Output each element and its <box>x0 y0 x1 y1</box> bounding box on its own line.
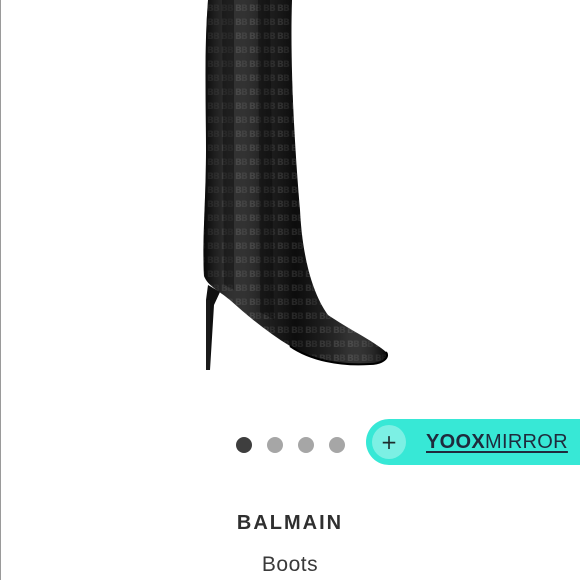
plus-icon-glyph: + <box>380 430 398 454</box>
image-carousel-dots <box>236 437 345 453</box>
plus-icon: + <box>372 425 406 459</box>
carousel-dot-1[interactable] <box>236 437 252 453</box>
left-border <box>0 0 1 580</box>
product-brand: BALMAIN <box>236 512 344 534</box>
mirror-label-rest: MIRROR <box>485 430 568 453</box>
carousel-dot-2[interactable] <box>267 437 283 453</box>
yoox-mirror-label: YOOXMIRROR <box>426 431 568 454</box>
carousel-dot-4[interactable] <box>329 437 345 453</box>
carousel-dot-3[interactable] <box>298 437 314 453</box>
product-page: B B + YOOXMI <box>0 0 580 580</box>
yoox-mirror-button[interactable]: + YOOXMIRROR <box>366 419 580 465</box>
product-image-boot: B B <box>203 0 388 370</box>
product-type: Boots <box>261 553 319 576</box>
yoox-label-bold: YOOX <box>426 430 485 453</box>
